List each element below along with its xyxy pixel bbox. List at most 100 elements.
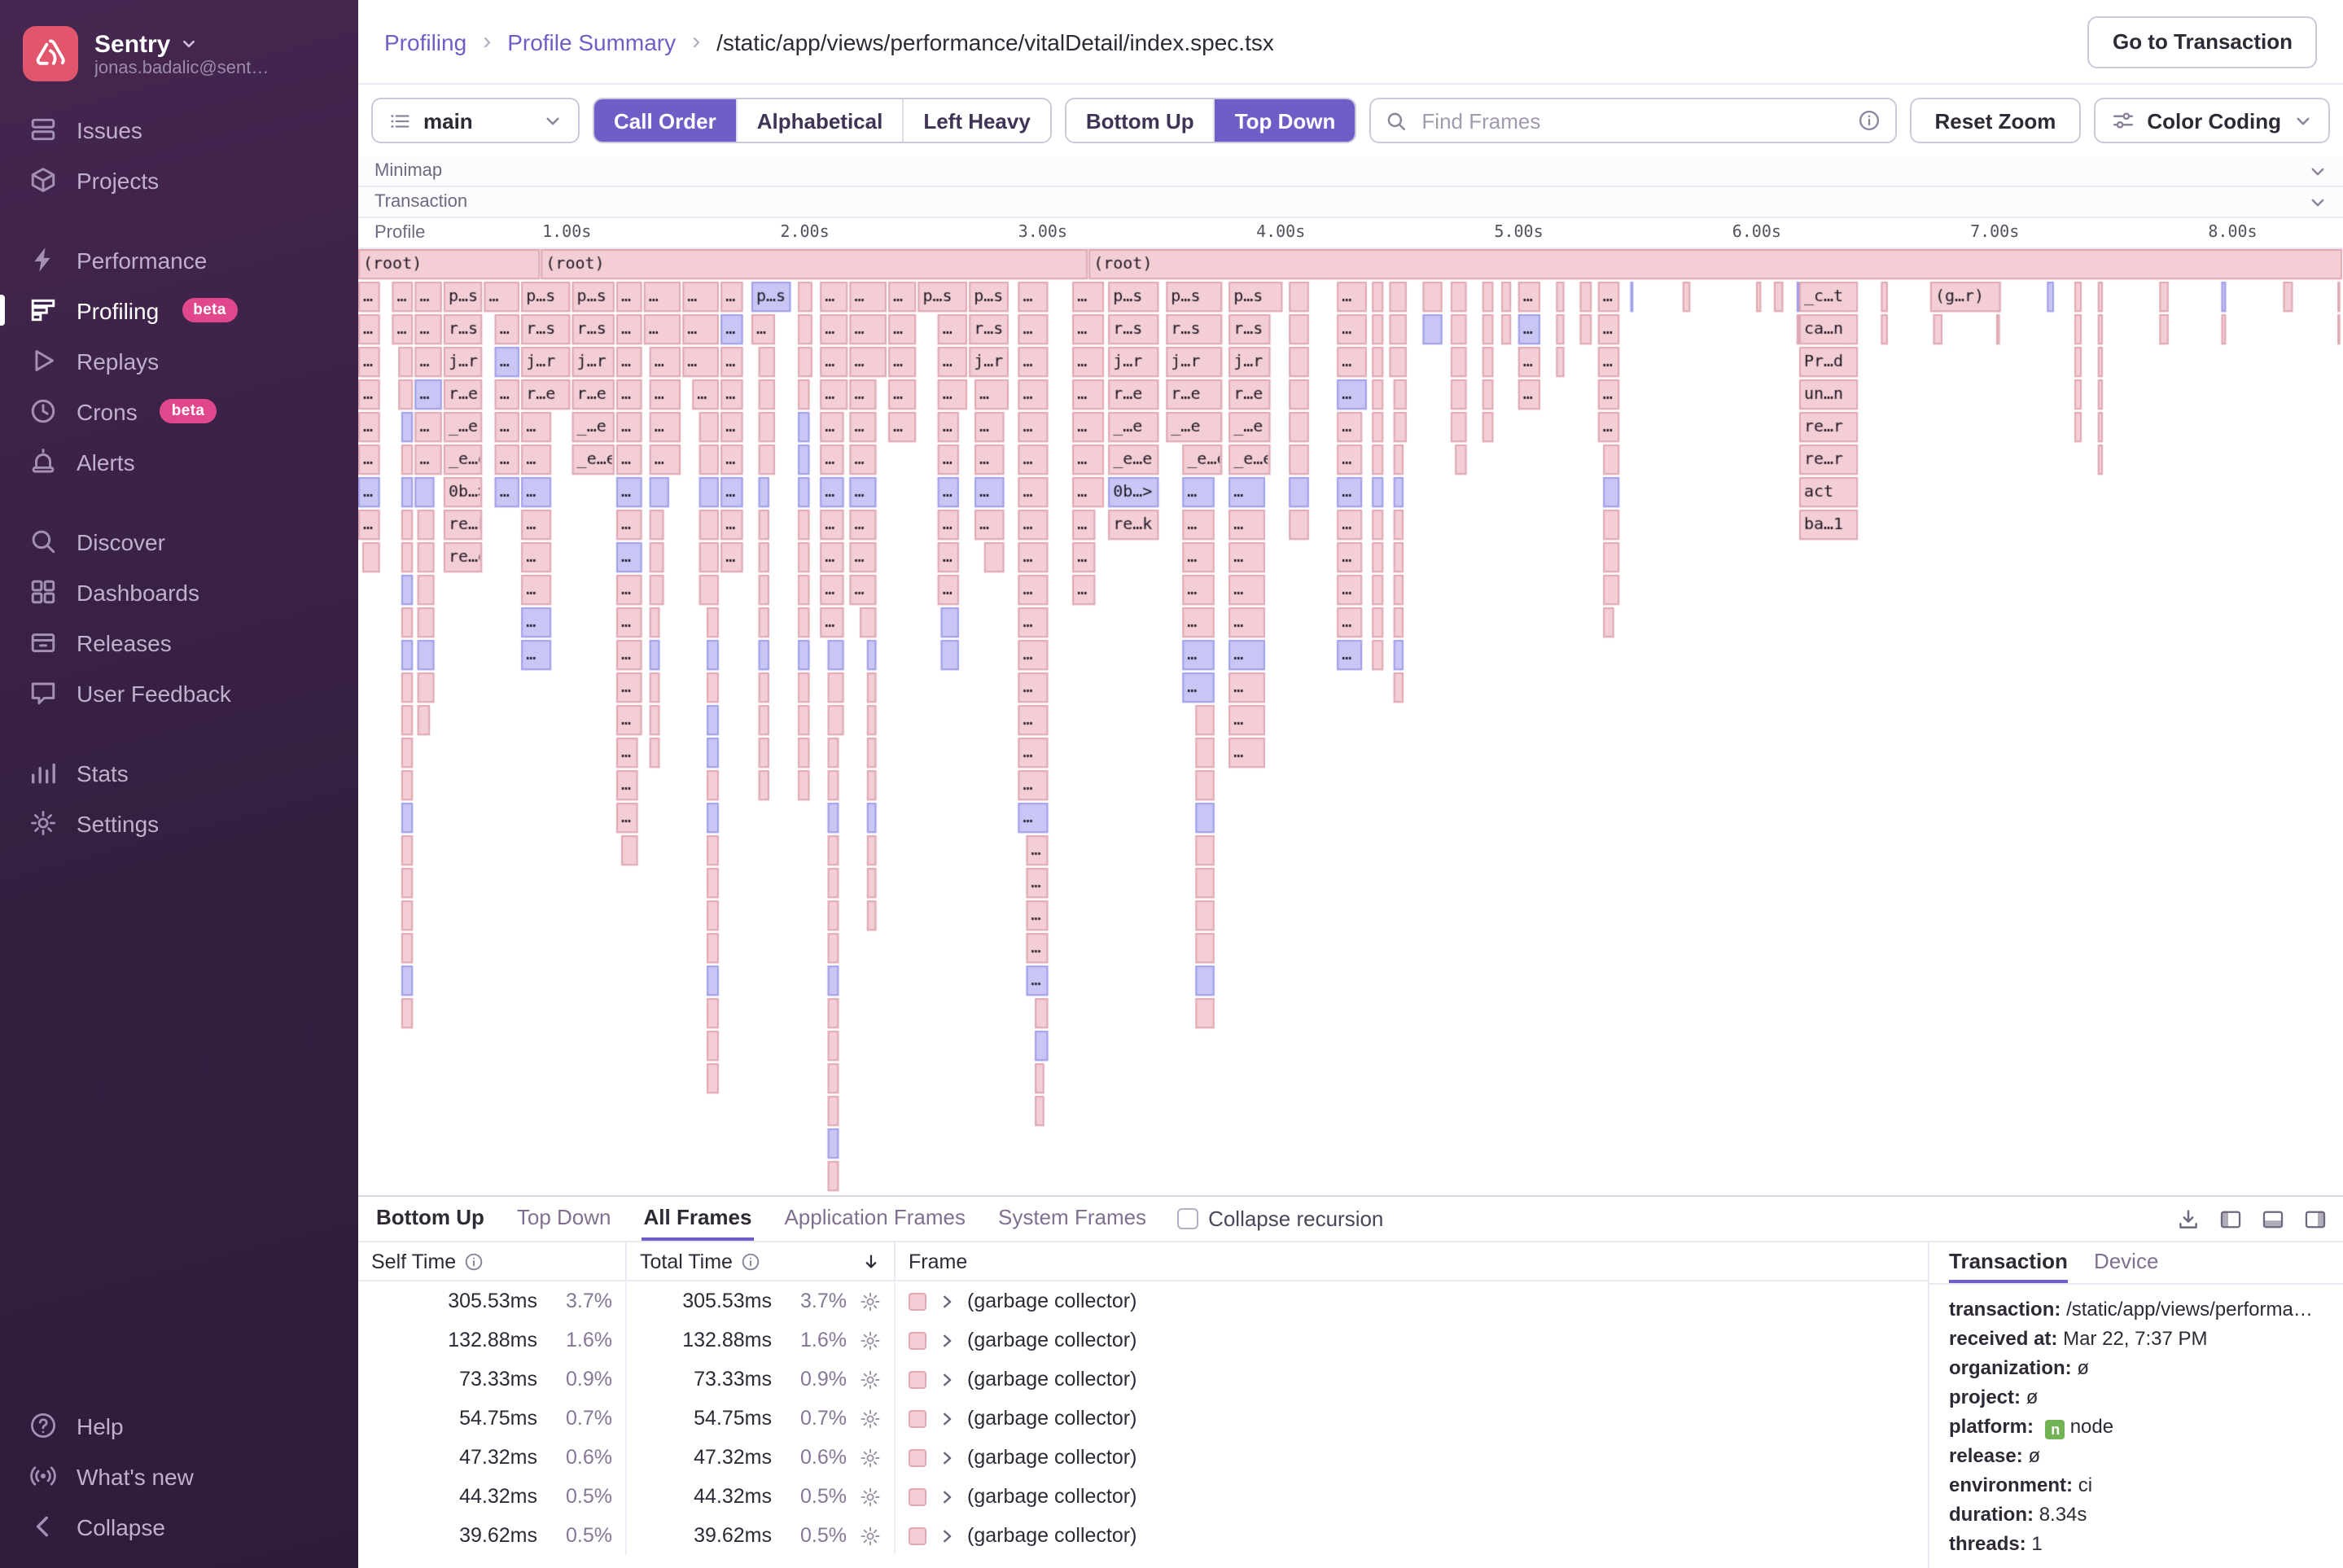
column-header-frame[interactable]: Frame <box>896 1242 1928 1280</box>
sidebar-item-issues[interactable]: Issues <box>0 104 358 155</box>
info-icon <box>464 1251 484 1271</box>
gear-icon[interactable] <box>860 1369 881 1390</box>
sidebar-item-stats[interactable]: Stats <box>0 747 358 798</box>
sort-call-order-button[interactable]: Call Order <box>594 99 736 142</box>
tab-application-frames[interactable]: Application Frames <box>782 1197 967 1241</box>
frame-stack-panel: Bottom Up Top Down All Frames Applicatio… <box>358 1195 2343 1568</box>
breadcrumb-profile-summary[interactable]: Profile Summary <box>507 28 676 55</box>
sidebar-item-projects[interactable]: Projects <box>0 155 358 205</box>
tab-transaction[interactable]: Transaction <box>1949 1242 2068 1283</box>
search-icon <box>1386 110 1407 131</box>
expand-caret-icon[interactable] <box>938 1331 956 1349</box>
frame-table-row[interactable]: 73.33ms 0.9% 73.33ms 0.9% (garbage collector… <box>358 1360 1928 1399</box>
tab-system-frames[interactable]: System Frames <box>996 1197 1148 1241</box>
tab-all-frames[interactable]: All Frames <box>642 1197 754 1241</box>
thread-selector[interactable]: main <box>371 98 580 143</box>
frame-table-row[interactable]: 47.32ms 0.6% 47.32ms 0.6% (garbage collector… <box>358 1438 1928 1477</box>
user-email: jonas.badalic@sent… <box>94 58 269 77</box>
sort-alphabetical-button[interactable]: Alphabetical <box>735 99 903 142</box>
self-time-cell: 47.32ms 0.6% <box>358 1438 627 1477</box>
expand-caret-icon[interactable] <box>938 1448 956 1466</box>
sidebar-item-discover[interactable]: Discover <box>0 516 358 567</box>
column-header-total-time[interactable]: Total Time <box>627 1242 896 1280</box>
sidebar-item-label: Discover <box>77 528 165 554</box>
expand-caret-icon[interactable] <box>938 1487 956 1505</box>
detail-field-organization: organization: ø <box>1949 1356 2090 1379</box>
frame-cell: (garbage collector) <box>896 1281 1928 1321</box>
sidebar-item-dashboards[interactable]: Dashboards <box>0 567 358 617</box>
dashboards-icon <box>29 578 57 606</box>
dock-left-icon[interactable] <box>2219 1207 2242 1230</box>
direction-bottom-up-button[interactable]: Bottom Up <box>1066 99 1214 142</box>
dock-right-icon[interactable] <box>2304 1207 2327 1230</box>
sort-left-heavy-button[interactable]: Left Heavy <box>902 99 1050 142</box>
gear-icon[interactable] <box>860 1486 881 1507</box>
dock-bottom-icon[interactable] <box>2262 1207 2284 1230</box>
sidebar-item-performance[interactable]: Performance <box>0 234 358 285</box>
breadcrumb-profiling[interactable]: Profiling <box>384 28 466 55</box>
go-to-transaction-button[interactable]: Go to Transaction <box>2087 15 2317 68</box>
tab-bottom-up[interactable]: Bottom Up <box>374 1197 486 1241</box>
expand-caret-icon[interactable] <box>938 1409 956 1427</box>
sidebar-item-replays[interactable]: Replays <box>0 335 358 386</box>
sidebar-footer: Help What's new Collapse <box>0 1400 358 1552</box>
time-tick: 5.00s <box>1494 224 1544 242</box>
sidebar-item-settings[interactable]: Settings <box>0 798 358 848</box>
frame-color-chip <box>909 1448 926 1466</box>
frame-name: (garbage collector) <box>967 1329 1137 1351</box>
collapse-recursion-control: Collapse recursion <box>1177 1197 1383 1241</box>
color-coding-select[interactable]: Color Coding <box>2093 98 2330 143</box>
time-tick: 8.00s <box>2208 224 2258 242</box>
flamegraph[interactable] <box>358 249 2343 1195</box>
gear-icon[interactable] <box>860 1447 881 1468</box>
page-header: Profiling › Profile Summary › /static/ap… <box>358 0 2343 85</box>
time-axis-ticks: 1.00s 2.00s 3.00s 4.00s 5.00s 6.00s 7.00s 8.00s <box>358 218 2343 247</box>
transaction-section-toggle[interactable]: Transaction <box>358 187 2343 218</box>
sidebar-collapse-button[interactable]: Collapse <box>0 1501 358 1552</box>
sidebar-item-profiling[interactable]: Profiling beta <box>0 285 358 335</box>
sidebar-item-releases[interactable]: Releases <box>0 617 358 668</box>
sidebar-item-alerts[interactable]: Alerts <box>0 436 358 487</box>
expand-caret-icon[interactable] <box>938 1292 956 1310</box>
frame-table-row[interactable]: 39.62ms 0.5% 39.62ms 0.5% (garbage collector… <box>358 1516 1928 1555</box>
tab-device[interactable]: Device <box>2094 1242 2159 1283</box>
info-icon <box>741 1251 760 1271</box>
total-time-cell: 47.32ms 0.6% <box>627 1438 896 1477</box>
expand-caret-icon[interactable] <box>938 1526 956 1544</box>
download-icon[interactable] <box>2177 1207 2200 1230</box>
reset-zoom-button[interactable]: Reset Zoom <box>1910 98 2081 143</box>
sidebar-item-user-feedback[interactable]: User Feedback <box>0 668 358 718</box>
search-input[interactable] <box>1418 107 1847 134</box>
info-icon <box>1859 109 1881 132</box>
column-header-self-time[interactable]: Self Time <box>358 1242 627 1280</box>
org-switcher[interactable]: Sentry jonas.badalic@sent… <box>0 23 358 104</box>
beta-badge: beta <box>160 399 217 423</box>
expand-caret-icon[interactable] <box>938 1370 956 1388</box>
frame-table-row[interactable]: 44.32ms 0.5% 44.32ms 0.5% (garbage collector… <box>358 1477 1928 1516</box>
sidebar-item-crons[interactable]: Crons beta <box>0 386 358 436</box>
gear-icon[interactable] <box>860 1290 881 1312</box>
sidebar-item-label: Collapse <box>77 1513 165 1540</box>
sidebar-item-whats-new[interactable]: What's new <box>0 1451 358 1501</box>
frame-cell: (garbage collector) <box>896 1516 1928 1555</box>
sidebar: Sentry jonas.badalic@sent… Issues Projec… <box>0 0 358 1568</box>
time-tick: 3.00s <box>1018 224 1067 242</box>
gear-icon[interactable] <box>860 1329 881 1351</box>
flamegraph-canvas[interactable] <box>358 249 2343 1195</box>
direction-top-down-button[interactable]: Top Down <box>1213 99 1355 142</box>
frame-cell: (garbage collector) <box>896 1438 1928 1477</box>
frame-table-row[interactable]: 54.75ms 0.7% 54.75ms 0.7% (garbage collector… <box>358 1399 1928 1438</box>
frame-name: (garbage collector) <box>967 1290 1137 1312</box>
self-time-cell: 39.62ms 0.5% <box>358 1516 627 1555</box>
collapse-recursion-checkbox[interactable] <box>1177 1208 1199 1229</box>
minimap-section-toggle[interactable]: Minimap <box>358 156 2343 187</box>
gear-icon[interactable] <box>860 1408 881 1429</box>
tab-top-down[interactable]: Top Down <box>515 1197 613 1241</box>
gear-icon[interactable] <box>860 1525 881 1546</box>
minimap-section-label: Minimap <box>374 161 443 181</box>
sidebar-item-help[interactable]: Help <box>0 1400 358 1451</box>
sentry-logo <box>23 26 78 81</box>
alerts-icon <box>29 448 57 475</box>
frame-table-row[interactable]: 132.88ms 1.6% 132.88ms 1.6% (garbage collect… <box>358 1321 1928 1360</box>
frame-table-row[interactable]: 305.53ms 3.7% 305.53ms 3.7% (garbage collect… <box>358 1281 1928 1321</box>
